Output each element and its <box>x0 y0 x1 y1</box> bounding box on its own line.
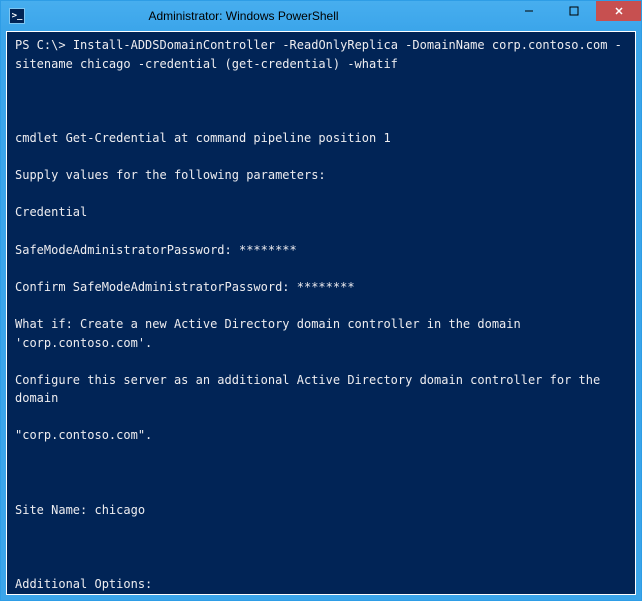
output-line: Additional Options: <box>15 575 627 594</box>
window-controls <box>506 1 641 31</box>
close-button[interactable] <box>596 1 641 21</box>
minimize-button[interactable] <box>506 1 551 21</box>
output-line: Credential <box>15 203 627 222</box>
command-line: PS C:\> Install-ADDSDomainController -Re… <box>15 36 627 73</box>
output-line: What if: Create a new Active Directory d… <box>15 315 627 352</box>
output-line: Confirm SafeModeAdministratorPassword: *… <box>15 278 627 297</box>
output-line <box>15 538 627 557</box>
output-line: Site Name: chicago <box>15 501 627 520</box>
titlebar[interactable]: >_ Administrator: Windows PowerShell <box>1 1 641 31</box>
powershell-window: >_ Administrator: Windows PowerShell PS … <box>0 0 642 601</box>
output-line: Supply values for the following paramete… <box>15 166 627 185</box>
maximize-button[interactable] <box>551 1 596 21</box>
minimize-icon <box>524 6 534 16</box>
maximize-icon <box>569 6 579 16</box>
command-text: Install-ADDSDomainController -ReadOnlyRe… <box>15 38 622 71</box>
prompt: PS C:\> <box>15 38 66 52</box>
window-title: Administrator: Windows PowerShell <box>0 9 506 23</box>
close-icon <box>614 6 624 16</box>
output-line: cmdlet Get-Credential at command pipelin… <box>15 129 627 148</box>
output-line: Configure this server as an additional A… <box>15 371 627 408</box>
output-line: SafeModeAdministratorPassword: ******** <box>15 241 627 260</box>
output-line: "corp.contoso.com". <box>15 426 627 445</box>
output-line <box>15 92 627 111</box>
output-line <box>15 464 627 483</box>
terminal-pane[interactable]: PS C:\> Install-ADDSDomainController -Re… <box>6 31 636 595</box>
